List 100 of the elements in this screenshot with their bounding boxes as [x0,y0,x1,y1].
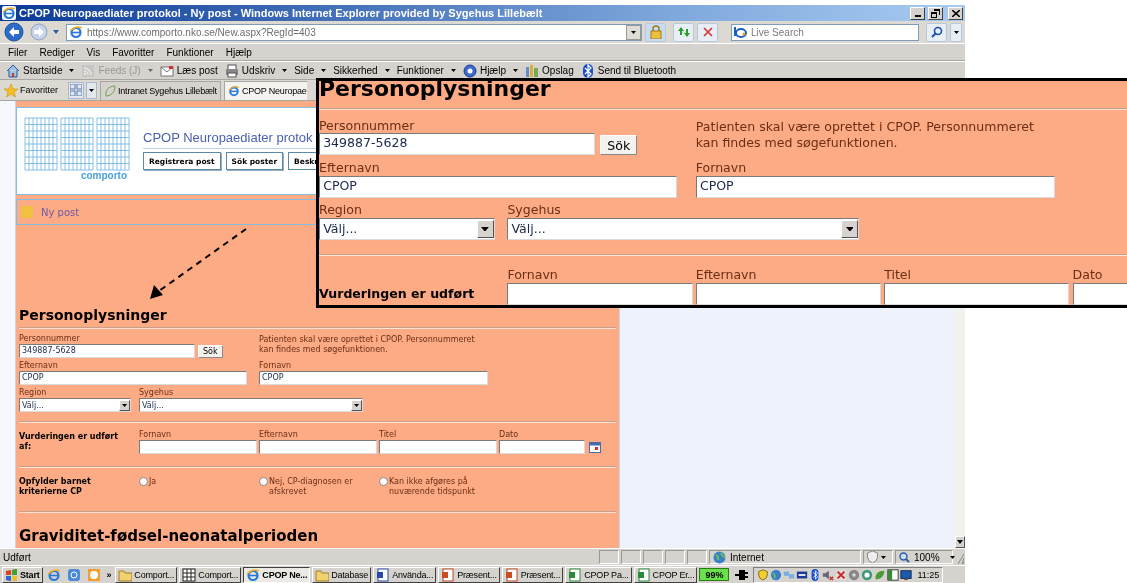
command-button[interactable]: Sikkerhed [333,65,390,76]
hospital-dropdown[interactable]: Välj... [139,398,363,412]
protected-mode-button[interactable] [867,551,886,563]
circle-icon[interactable] [861,568,874,581]
restore-button[interactable] [928,6,943,20]
caret-icon[interactable] [53,30,59,34]
taskbar-button[interactable]: Använda... [373,566,437,583]
surname-field[interactable]: CPOP [19,371,247,385]
quick-launch-icon[interactable] [44,566,63,583]
tab-list-button[interactable] [86,81,97,99]
menu-item[interactable]: Hjælp [221,46,256,58]
search-button[interactable]: Sök [600,134,638,156]
status-pane [665,550,685,564]
caret-icon [631,30,636,34]
region-dropdown[interactable]: Välj... [19,398,131,412]
personnummer-field[interactable]: 349887-5628 [19,344,195,358]
command-button[interactable]: Opslag [525,63,574,78]
field-label: Fornavn [695,159,748,176]
hospital-dropdown[interactable]: Välj... [507,218,860,240]
command-button[interactable]: Send til Bluetooth [580,63,677,78]
folder-icon [118,567,133,582]
text-field[interactable] [139,440,257,454]
text-field[interactable] [379,440,497,454]
window-icon[interactable] [887,568,900,581]
magnifier-icon [899,551,910,563]
field-label: Fornavn [259,361,293,371]
command-button[interactable]: Hjælp [462,63,519,78]
browser-tab[interactable]: CPOP Neuropae [223,80,307,100]
address-field[interactable]: https://www.comporto.nko.se/New.aspx?RegId=403 [66,23,642,41]
caret-icon [957,540,963,544]
start-button[interactable]: Start [2,566,43,583]
shield-icon[interactable] [757,568,770,581]
field-label: Titel [379,430,398,440]
taskbar-button[interactable]: CPOP Er... [633,566,698,583]
speaker-icon[interactable] [822,568,835,581]
menu-item[interactable]: Funktioner [162,46,218,58]
status-pane [621,550,641,564]
personnummer-field[interactable]: 349887-5628 [319,133,596,156]
calendar-icon[interactable] [589,441,601,453]
refresh-button[interactable] [673,22,694,42]
first-name-field[interactable]: CPOP [259,371,488,385]
radio-button[interactable] [259,477,268,486]
taskbar-button[interactable]: Præsent... [438,566,500,583]
stop-button[interactable] [697,22,718,42]
text-field[interactable] [884,282,1070,305]
scroll-down-button[interactable] [955,536,965,548]
search-field[interactable]: Live Search [731,23,919,41]
favorite-link[interactable]: Intranet Sygehus Lillebælt [100,80,221,100]
windows-logo-icon [5,568,18,581]
command-button[interactable]: Funktioner [396,65,456,76]
row-label: Vurderingen er udført [319,284,476,302]
taskbar-button[interactable]: CPOP Pa... [565,566,632,583]
menu-item[interactable]: Rediger [35,46,79,58]
field-label: Dato [1072,267,1104,283]
back-button[interactable] [3,22,25,42]
menu-item[interactable]: Filer [4,46,32,58]
search-button[interactable]: Sök [198,345,223,358]
region-dropdown[interactable]: Välj... [319,218,495,240]
radio-button[interactable] [379,477,388,486]
text-field[interactable] [695,282,882,305]
favorites-button[interactable]: Favoritter [2,83,60,97]
radio-button[interactable] [139,477,148,486]
menu-item[interactable]: Vis [82,46,105,58]
minimize-button[interactable] [910,6,925,20]
lock-button[interactable] [645,22,666,42]
cross-icon[interactable] [835,568,848,581]
command-button[interactable]: Side [294,65,327,76]
taskbar-button[interactable]: CPOP Ne... [243,566,311,583]
disc-icon[interactable] [848,568,861,581]
date-field[interactable] [499,440,585,454]
stop-icon [702,27,713,37]
text-field[interactable] [507,282,693,305]
text-field[interactable] [259,440,377,454]
globe-icon[interactable] [770,568,783,581]
field-label: Efternavn [19,361,59,371]
command-button[interactable]: Startside [6,63,75,78]
search-button[interactable] [926,22,947,42]
section-heading: Personoplysninger [19,307,168,324]
help-text: Patienten skal være oprettet i CPOP. Personnummeret kan findes med søgefunktionen. [259,334,476,356]
field-label: Region [19,388,48,398]
search-options-button[interactable] [950,22,962,42]
grid-icon [70,84,82,96]
menu-item[interactable]: Favoritter [108,46,159,58]
command-button[interactable]: Læs post [159,63,218,78]
field-label: Region [319,202,363,218]
close-button[interactable] [948,6,963,20]
taskbar-button[interactable]: Comport... [179,566,242,583]
command-button[interactable]: Udskriv [224,63,288,78]
zone-text: Internet [730,551,764,563]
taskbar-button[interactable]: Præsent... [501,566,564,583]
page-icon [69,25,83,39]
leaf-icon[interactable] [874,568,887,581]
monitor-icon[interactable] [900,568,913,581]
field-label: Titel [884,267,913,283]
surname-field[interactable]: CPOP [319,175,677,198]
taskbar-button[interactable]: Database [312,566,372,583]
field-label: Dato [499,430,520,440]
zoom-button[interactable]: 100% [895,550,953,564]
taskbar-button[interactable]: Comport... [115,566,178,583]
first-name-field[interactable]: CPOP [695,175,1056,198]
